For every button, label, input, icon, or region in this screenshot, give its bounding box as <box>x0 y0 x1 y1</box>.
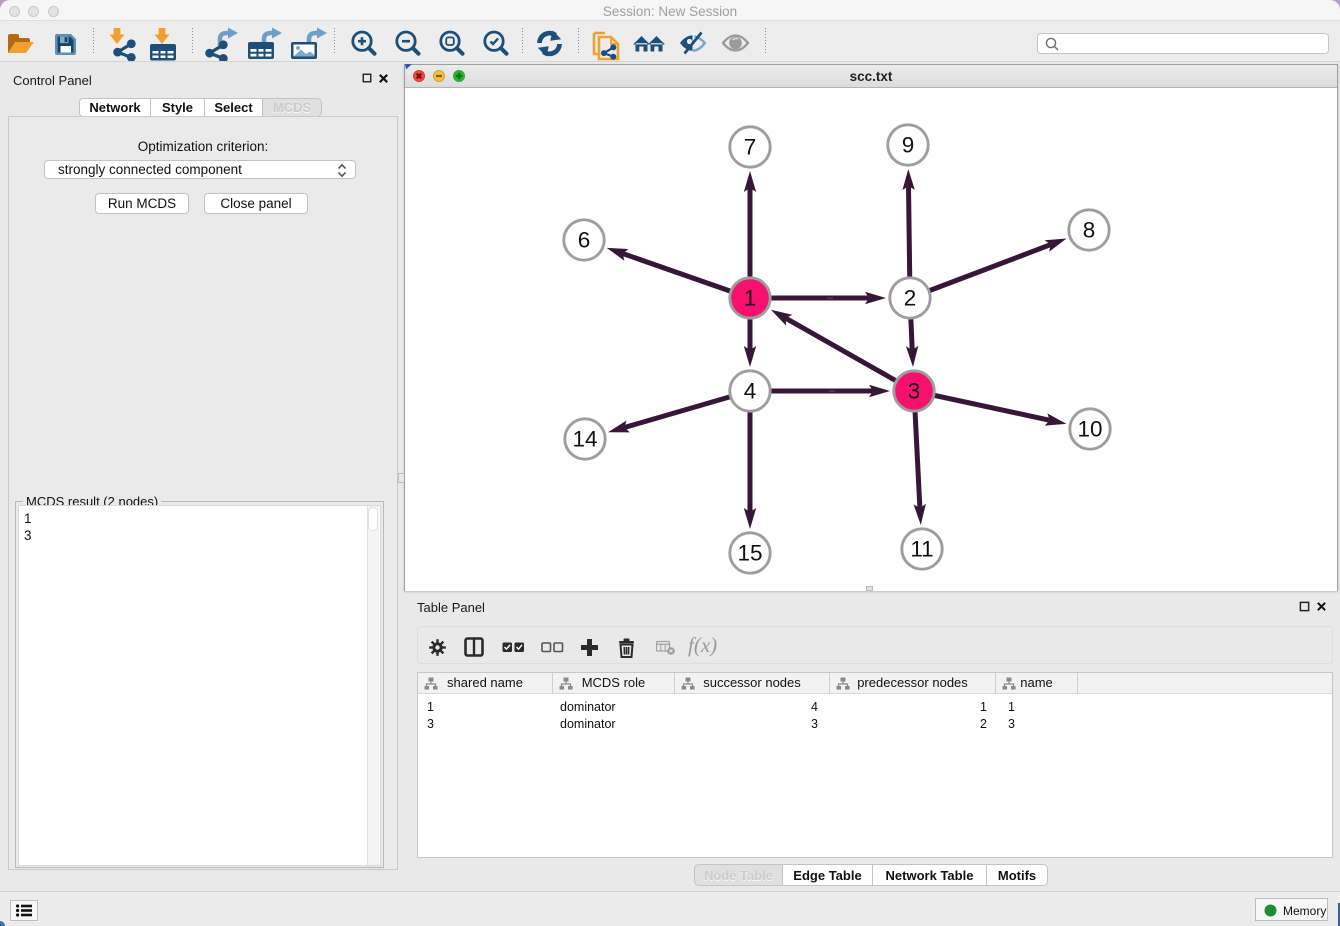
svg-text:11: 11 <box>910 537 933 562</box>
svg-text:10: 10 <box>1077 417 1102 442</box>
svg-text:7: 7 <box>744 135 757 160</box>
svg-text:9: 9 <box>902 133 915 158</box>
svg-text:8: 8 <box>1083 218 1096 243</box>
svg-text:14: 14 <box>572 427 597 452</box>
svg-text:3: 3 <box>908 379 921 404</box>
svg-text:15: 15 <box>737 541 762 566</box>
svg-text:6: 6 <box>578 228 591 253</box>
svg-text:1: 1 <box>744 286 757 311</box>
svg-text:2: 2 <box>904 286 917 311</box>
svg-text:4: 4 <box>744 379 757 404</box>
